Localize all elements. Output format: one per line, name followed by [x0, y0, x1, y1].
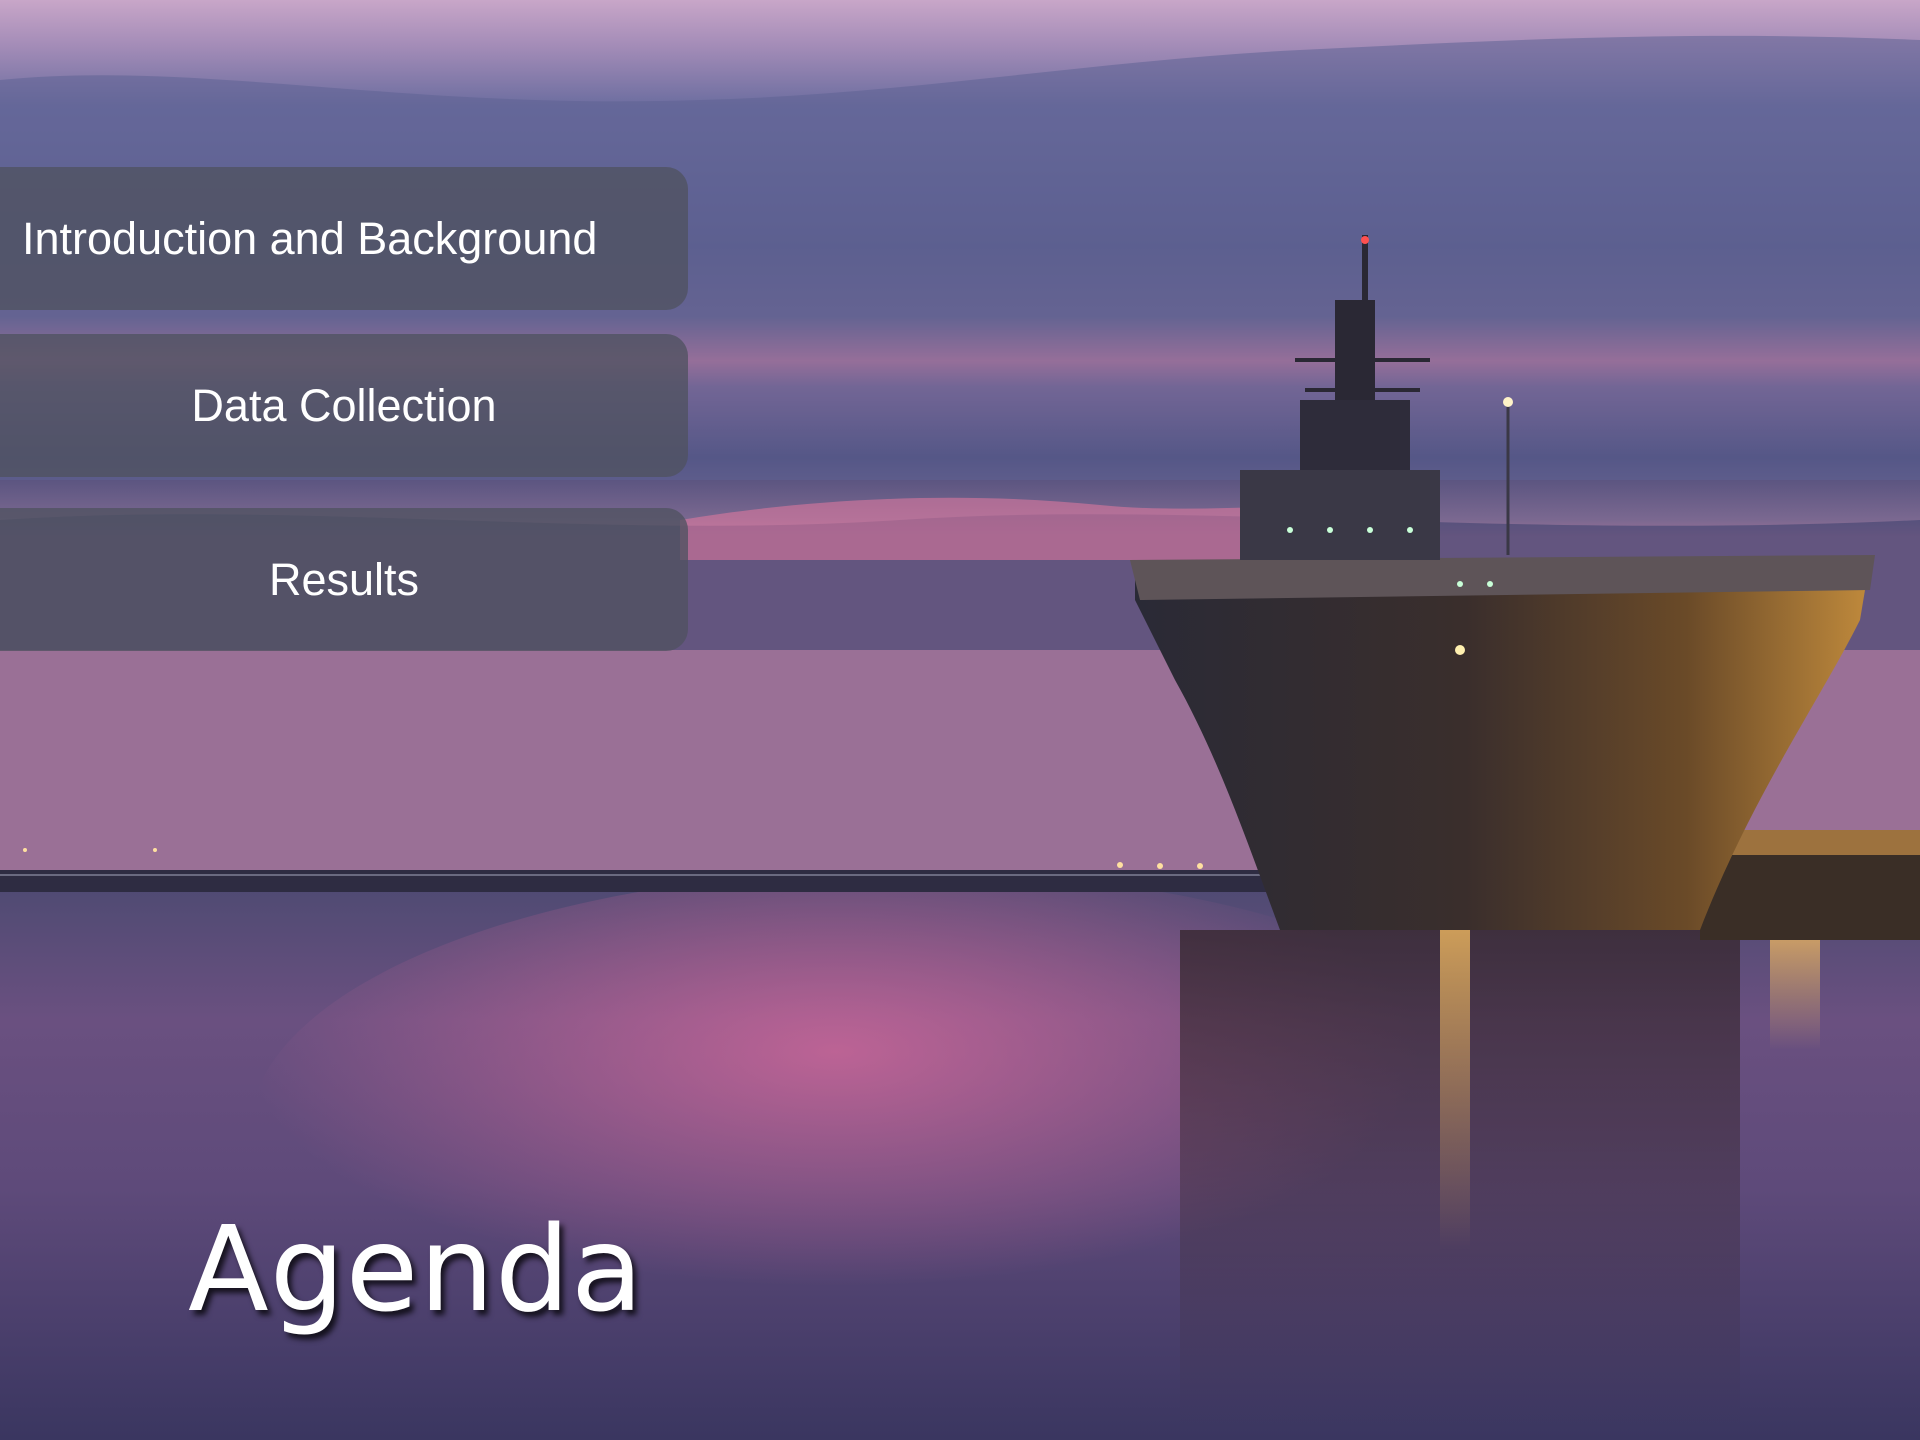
agenda-item-introduction[interactable]: Introduction and Background	[0, 167, 688, 310]
agenda-item-data-collection[interactable]: Data Collection	[0, 334, 688, 477]
agenda-item-label: Results	[268, 553, 420, 605]
agenda-slide: Introduction and Background Data Collect…	[0, 0, 1920, 1440]
agenda-item-results[interactable]: Results	[0, 508, 688, 651]
slide-title: Agenda	[188, 1200, 645, 1338]
agenda-item-label: Data Collection	[191, 379, 497, 431]
agenda-item-label: Introduction and Background	[22, 212, 598, 264]
